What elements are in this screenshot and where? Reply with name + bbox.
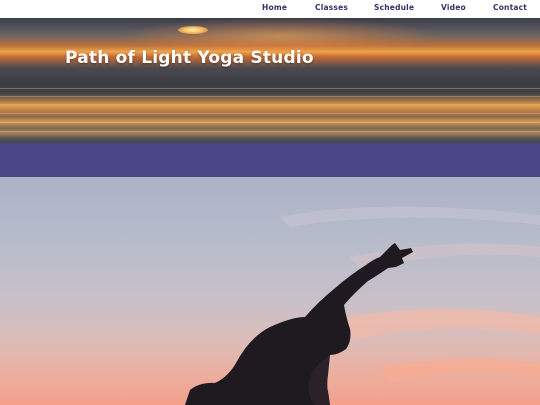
water-ripple xyxy=(0,131,540,132)
header-banner: Path of Light Yoga Studio xyxy=(0,18,540,143)
water-ripple xyxy=(0,96,540,97)
nav-schedule-link[interactable]: Schedule xyxy=(374,3,414,12)
nav-home-link[interactable]: Home xyxy=(262,3,287,12)
nav-video-link[interactable]: Video xyxy=(441,3,466,12)
water-ripple xyxy=(0,88,540,89)
site-title: Path of Light Yoga Studio xyxy=(65,48,314,68)
nav-classes-link[interactable]: Classes xyxy=(315,3,348,12)
water-ripple xyxy=(0,104,540,105)
hero-image xyxy=(0,177,540,405)
nav-contact-link[interactable]: Contact xyxy=(493,3,527,12)
top-navigation: Home Classes Schedule Video Contact xyxy=(0,0,540,18)
purple-band xyxy=(0,143,540,177)
page: Home Classes Schedule Video Contact Path… xyxy=(0,0,540,405)
water-ripple xyxy=(0,113,540,114)
sun-image xyxy=(178,26,208,34)
yoga-silhouette-image xyxy=(185,206,540,405)
water-ripple xyxy=(0,122,540,123)
